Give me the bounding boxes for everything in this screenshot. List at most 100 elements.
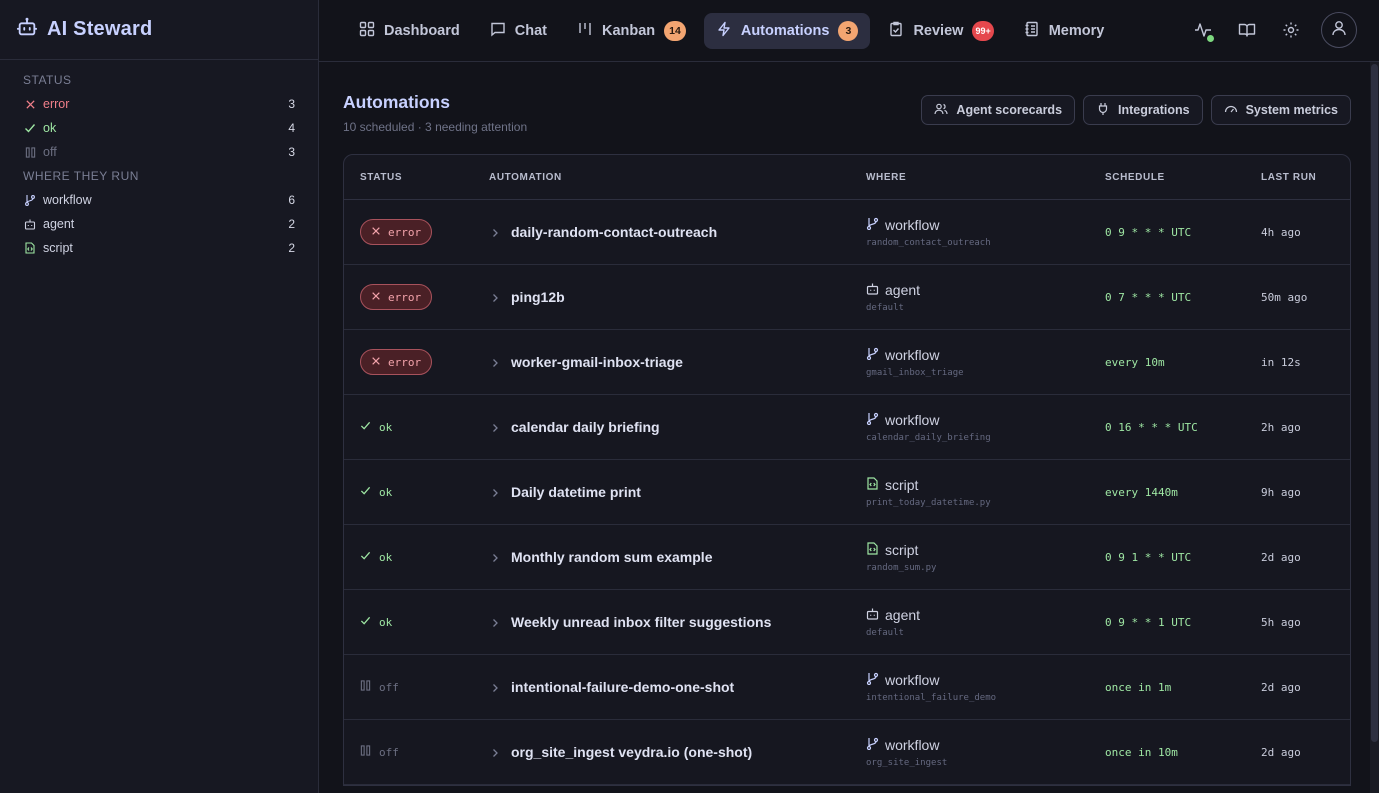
automation-cell: daily-random-contact-outreach [489, 224, 866, 240]
schedule-cell: once in 10m [1105, 745, 1178, 759]
column-header-where[interactable]: WHERE [866, 172, 1105, 183]
automation-name-group: Weekly unread inbox filter suggestions [489, 614, 866, 630]
table-row[interactable]: ok Monthly random sum example script random… [344, 525, 1350, 590]
chevron-right-icon[interactable] [489, 551, 501, 563]
book-open-icon[interactable] [1233, 12, 1261, 48]
page-scrollbar[interactable] [1370, 62, 1379, 793]
chevron-right-icon[interactable] [489, 681, 501, 693]
where-label: workflow [885, 411, 940, 428]
automation-cell: calendar daily briefing [489, 419, 866, 435]
automation-name[interactable]: Daily datetime print [511, 484, 641, 500]
table-row[interactable]: off org_site_ingest veydra.io (one-shot) w… [344, 720, 1350, 785]
tab-automations[interactable]: Automations 3 [703, 12, 871, 49]
status-badge-error[interactable]: error [360, 349, 433, 375]
where-cell: workflow calendar_daily_briefing [866, 412, 1105, 443]
sidebar-filter-agent[interactable]: agent 2 [0, 212, 318, 236]
last-run-cell: 50m ago [1261, 290, 1308, 304]
sidebar-filter-error[interactable]: error 3 [0, 92, 318, 116]
user-avatar-button[interactable] [1321, 12, 1357, 48]
status-badge-error[interactable]: error [360, 284, 433, 310]
x-icon [371, 356, 381, 369]
table-row[interactable]: ok Daily datetime print script print_today_… [344, 460, 1350, 525]
sidebar-filter-label: script [43, 241, 73, 255]
automation-name[interactable]: org_site_ingest veydra.io (one-shot) [511, 744, 752, 760]
gear-icon[interactable] [1277, 12, 1305, 48]
activity-icon[interactable] [1189, 12, 1217, 48]
automation-name[interactable]: Monthly random sum example [511, 549, 712, 565]
automation-name-group: worker-gmail-inbox-triage [489, 354, 866, 370]
schedule-cell: 0 9 * * * UTC [1105, 225, 1192, 239]
column-header-status[interactable]: STATUS [344, 172, 489, 183]
tab-label: Automations [740, 22, 830, 39]
automation-name[interactable]: Weekly unread inbox filter suggestions [511, 614, 771, 630]
status-badge-error[interactable]: error [360, 219, 433, 245]
table-row[interactable]: ok calendar daily briefing workflow calenda… [344, 395, 1350, 460]
git-branch-icon [866, 347, 879, 363]
automation-name[interactable]: worker-gmail-inbox-triage [511, 354, 683, 370]
table-row[interactable]: error worker-gmail-inbox-triage workflow gm… [344, 330, 1350, 395]
tab-dashboard[interactable]: Dashboard [347, 13, 472, 49]
check-icon [360, 485, 371, 499]
automation-cell: Daily datetime print [489, 484, 866, 500]
chevron-right-icon[interactable] [489, 421, 501, 433]
automation-name[interactable]: calendar daily briefing [511, 419, 660, 435]
sidebar-filter-ok[interactable]: ok 4 [0, 116, 318, 140]
automation-name[interactable]: intentional-failure-demo-one-shot [511, 679, 734, 695]
integrations-button[interactable]: Integrations [1083, 95, 1203, 125]
brand[interactable]: AI Steward [0, 0, 318, 60]
where-cell: agent default [866, 282, 1105, 313]
tab-review[interactable]: Review 99+ [876, 13, 1005, 49]
table-row[interactable]: error daily-random-contact-outreach workfl… [344, 200, 1350, 265]
chevron-right-icon[interactable] [489, 616, 501, 628]
scrollbar-thumb[interactable] [1371, 64, 1378, 742]
sidebar-filter-off[interactable]: off 3 [0, 140, 318, 164]
automation-cell: worker-gmail-inbox-triage [489, 354, 866, 370]
automation-name[interactable]: ping12b [511, 289, 565, 305]
chevron-right-icon[interactable] [489, 356, 501, 368]
primary-nav: Dashboard Chat Kanban 14 Automations 3 R… [347, 12, 1117, 49]
robot-icon [24, 218, 36, 230]
sidebar-filter-workflow[interactable]: workflow 6 [0, 188, 318, 212]
automation-name-group: calendar daily briefing [489, 419, 866, 435]
tab-label: Dashboard [384, 22, 460, 39]
git-branch-icon [866, 412, 879, 428]
schedule-cell: 0 16 * * * UTC [1105, 420, 1198, 434]
where-type: workflow [866, 412, 1105, 428]
review-count-badge: 99+ [972, 20, 994, 41]
kanban-icon [577, 21, 593, 41]
schedule-cell: every 10m [1105, 355, 1165, 369]
automations-table: STATUS AUTOMATION WHERE SCHEDULE LAST RU… [343, 154, 1351, 786]
automation-name[interactable]: daily-random-contact-outreach [511, 224, 717, 240]
status-dot [1206, 34, 1215, 43]
agent-scorecards-button[interactable]: Agent scorecards [921, 95, 1076, 125]
robot-icon [866, 282, 879, 298]
table-row[interactable]: error ping12b agent default 0 7 * * * UTC 50m… [344, 265, 1350, 330]
status-badge-ok: ok [360, 485, 392, 499]
chevron-right-icon[interactable] [489, 226, 501, 238]
where-type: workflow [866, 217, 1105, 233]
sidebar-filter-script[interactable]: script 2 [0, 236, 318, 260]
last-run-cell: 4h ago [1261, 225, 1301, 239]
chevron-right-icon[interactable] [489, 486, 501, 498]
column-header-last-run[interactable]: LAST RUN [1261, 172, 1350, 183]
table-row[interactable]: ok Weekly unread inbox filter suggestions… [344, 590, 1350, 655]
system-metrics-button[interactable]: System metrics [1210, 95, 1351, 125]
tab-chat[interactable]: Chat [478, 13, 559, 49]
status-cell: off [344, 678, 489, 696]
git-branch-icon [24, 194, 36, 206]
chevron-right-icon[interactable] [489, 291, 501, 303]
sidebar-filter-count: 2 [288, 241, 295, 255]
tab-kanban[interactable]: Kanban 14 [565, 13, 698, 49]
chevron-right-icon[interactable] [489, 746, 501, 758]
status-heading: STATUS [23, 73, 72, 87]
where-cell: workflow random_contact_outreach [866, 217, 1105, 248]
where-cell: workflow intentional_failure_demo [866, 672, 1105, 703]
column-header-automation[interactable]: AUTOMATION [489, 172, 866, 183]
tab-label: Memory [1048, 22, 1105, 39]
app-root: AI Steward STATUS error 3 ok 4 off 3 WHE… [0, 0, 1379, 793]
table-row[interactable]: off intentional-failure-demo-one-shot work… [344, 655, 1350, 720]
tab-memory[interactable]: Memory [1012, 13, 1117, 49]
column-header-schedule[interactable]: SCHEDULE [1105, 172, 1261, 183]
status-label: ok [379, 550, 393, 564]
button-label: Integrations [1118, 103, 1190, 117]
